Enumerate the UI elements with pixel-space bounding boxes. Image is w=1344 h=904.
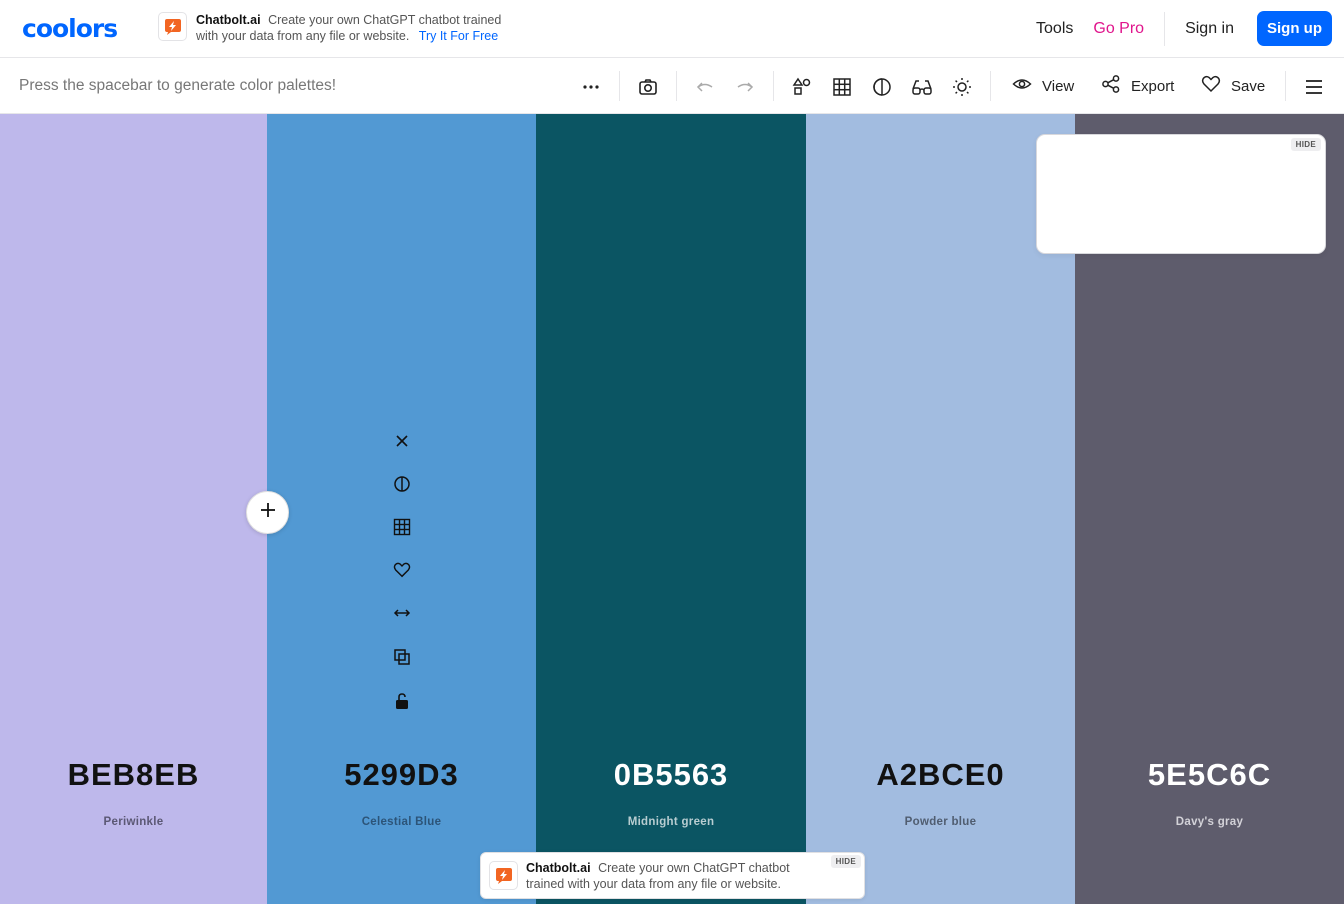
grid-icon[interactable]: [830, 75, 854, 99]
ad-cta-link[interactable]: Try It For Free: [419, 29, 498, 43]
chatbolt-logo-icon: [489, 861, 518, 890]
contrast-icon[interactable]: [870, 75, 894, 99]
export-label: Export: [1131, 77, 1175, 95]
glasses-icon[interactable]: [910, 75, 934, 99]
generator-toolbar: Press the spacebar to generate color pal…: [0, 59, 1344, 114]
redo-icon[interactable]: [733, 75, 757, 99]
nav-tools[interactable]: Tools: [1036, 20, 1073, 38]
swatch-name[interactable]: Powder blue: [806, 816, 1075, 828]
swatch-hex[interactable]: 5E5C6C: [1075, 757, 1344, 793]
toolbar-divider: [619, 71, 620, 101]
contrast-icon[interactable]: [391, 473, 413, 495]
save-button[interactable]: Save: [1201, 73, 1265, 99]
sign-in-link[interactable]: Sign in: [1185, 20, 1234, 38]
swatch-hex[interactable]: 0B5563: [536, 757, 806, 793]
swatch-powder-blue[interactable]: A2BCE0 Powder blue: [806, 114, 1075, 904]
close-icon[interactable]: [391, 430, 413, 452]
spacebar-hint: Press the spacebar to generate color pal…: [19, 77, 337, 94]
more-icon[interactable]: [579, 75, 603, 99]
toolbar-divider: [1285, 71, 1286, 101]
toolbar-divider: [676, 71, 677, 101]
export-button[interactable]: Export: [1101, 73, 1174, 99]
copy-icon[interactable]: [391, 646, 413, 668]
grid-icon[interactable]: [391, 516, 413, 538]
sign-up-button[interactable]: Sign up: [1257, 11, 1332, 46]
toolbar-divider: [990, 71, 991, 101]
heart-icon: [1201, 74, 1221, 98]
swatch-name[interactable]: Midnight green: [536, 816, 806, 828]
swatch-name[interactable]: Celestial Blue: [267, 816, 536, 828]
drag-arrows-icon[interactable]: [391, 602, 413, 624]
nav-divider: [1164, 11, 1166, 46]
bottom-ad[interactable]: Chatbolt.ai Create your own ChatGPT chat…: [480, 852, 865, 899]
ad-title: Chatbolt.ai: [196, 13, 261, 27]
sponsor-ad[interactable]: Chatbolt.ai Create your own ChatGPT chat…: [158, 12, 526, 44]
swatch-hex[interactable]: 5299D3: [267, 757, 536, 793]
top-nav: coolors Chatbolt.ai Create your own Chat…: [0, 0, 1344, 58]
swatch-periwinkle[interactable]: BEB8EB Periwinkle: [0, 114, 267, 904]
nav-actions: Tools Go Pro Sign in Sign up: [1036, 11, 1332, 46]
shapes-icon[interactable]: [790, 75, 814, 99]
ad-title: Chatbolt.ai: [526, 861, 591, 875]
view-button[interactable]: View: [1012, 73, 1074, 99]
nav-go-pro[interactable]: Go Pro: [1093, 20, 1144, 38]
camera-icon[interactable]: [636, 75, 660, 99]
plus-icon: [259, 501, 277, 524]
hide-ad-button[interactable]: HIDE: [830, 855, 861, 868]
add-color-button[interactable]: [246, 491, 289, 534]
share-icon: [1101, 74, 1121, 98]
sun-icon[interactable]: [950, 75, 974, 99]
eye-icon: [1012, 74, 1032, 98]
chatbolt-logo-icon: [158, 12, 187, 41]
menu-icon[interactable]: [1302, 75, 1326, 99]
lock-open-icon[interactable]: [391, 690, 413, 712]
undo-icon[interactable]: [693, 75, 717, 99]
ad-copy: Chatbolt.ai Create your own ChatGPT chat…: [526, 860, 816, 892]
hide-ad-button[interactable]: HIDE: [1290, 138, 1321, 151]
swatch-hex[interactable]: A2BCE0: [806, 757, 1075, 793]
save-label: Save: [1231, 77, 1266, 95]
heart-icon[interactable]: [391, 559, 413, 581]
view-label: View: [1042, 77, 1075, 95]
toolbar-divider: [773, 71, 774, 101]
coolors-logo[interactable]: coolors: [22, 14, 118, 43]
ad-box: HIDE: [1036, 134, 1326, 254]
swatch-midnight-green[interactable]: 0B5563 Midnight green: [536, 114, 806, 904]
ad-copy: Chatbolt.ai Create your own ChatGPT chat…: [196, 12, 526, 44]
swatch-celestial-blue[interactable]: 5299D3 Celestial Blue: [267, 114, 536, 904]
swatch-name[interactable]: Davy's gray: [1075, 816, 1344, 828]
swatch-hex[interactable]: BEB8EB: [0, 757, 267, 793]
swatch-name[interactable]: Periwinkle: [0, 816, 267, 828]
